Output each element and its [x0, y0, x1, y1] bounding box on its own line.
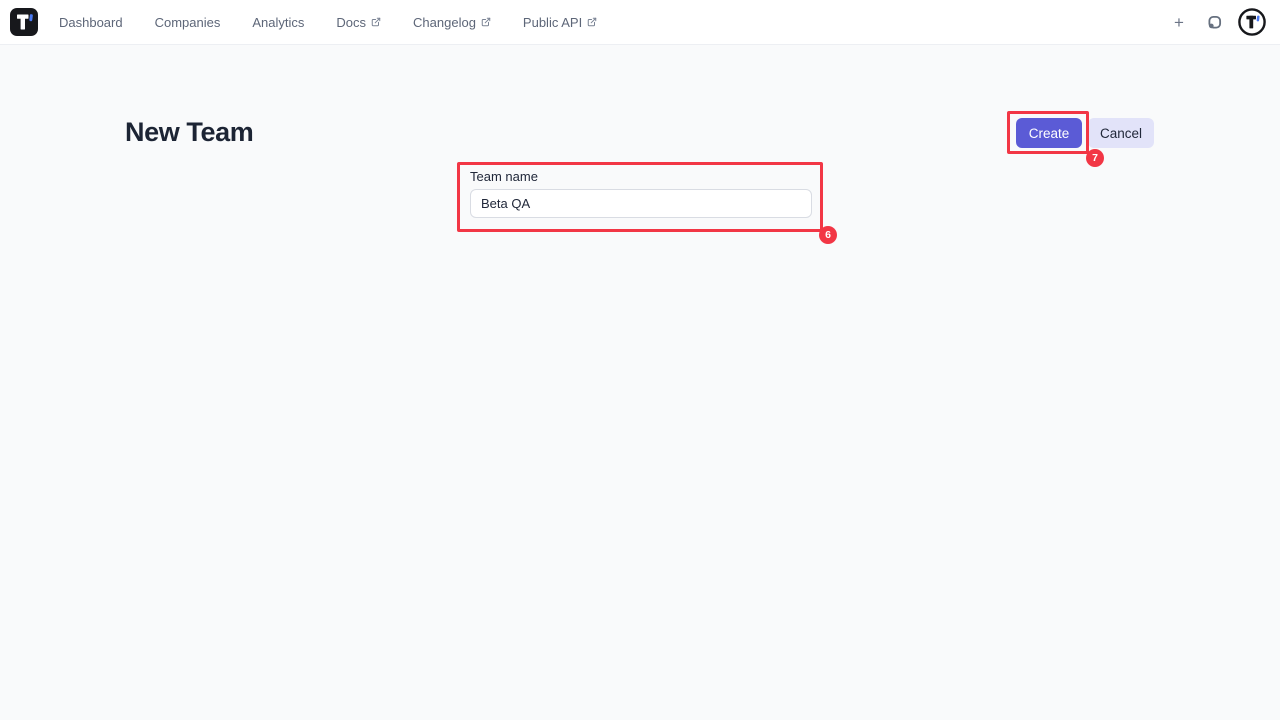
nav-item-label: Analytics — [252, 15, 304, 30]
page-title: New Team — [125, 117, 253, 148]
nav-item-label: Changelog — [413, 15, 476, 30]
main-content: New Team Create Cancel Team name 6 7 — [0, 45, 1280, 720]
nav-item-public-api[interactable]: Public API — [523, 15, 597, 30]
external-link-icon — [587, 17, 597, 27]
team-name-field-group: Team name — [470, 169, 812, 218]
user-avatar[interactable] — [1238, 8, 1266, 36]
team-name-input[interactable] — [470, 189, 812, 218]
annotation-badge-7: 7 — [1086, 149, 1104, 167]
create-button[interactable]: Create — [1016, 118, 1082, 148]
nav-right-actions: + — [1168, 8, 1266, 36]
nav-item-analytics[interactable]: Analytics — [252, 15, 304, 30]
nav-menu: Dashboard Companies Analytics Docs Chang… — [59, 15, 597, 30]
nav-item-label: Dashboard — [59, 15, 123, 30]
nav-item-companies[interactable]: Companies — [155, 15, 221, 30]
team-name-label: Team name — [470, 169, 812, 184]
nav-item-label: Docs — [336, 15, 366, 30]
announcements-icon[interactable] — [1205, 13, 1223, 31]
nav-item-changelog[interactable]: Changelog — [413, 15, 491, 30]
nav-item-docs[interactable]: Docs — [336, 15, 381, 30]
plus-icon[interactable]: + — [1168, 11, 1190, 33]
nav-item-label: Companies — [155, 15, 221, 30]
cancel-button[interactable]: Cancel — [1088, 118, 1154, 148]
external-link-icon — [481, 17, 491, 27]
app-logo-icon[interactable] — [10, 8, 38, 36]
top-navigation: Dashboard Companies Analytics Docs Chang… — [0, 0, 1280, 45]
annotation-badge-6: 6 — [819, 226, 837, 244]
nav-item-label: Public API — [523, 15, 582, 30]
external-link-icon — [371, 17, 381, 27]
nav-item-dashboard[interactable]: Dashboard — [59, 15, 123, 30]
